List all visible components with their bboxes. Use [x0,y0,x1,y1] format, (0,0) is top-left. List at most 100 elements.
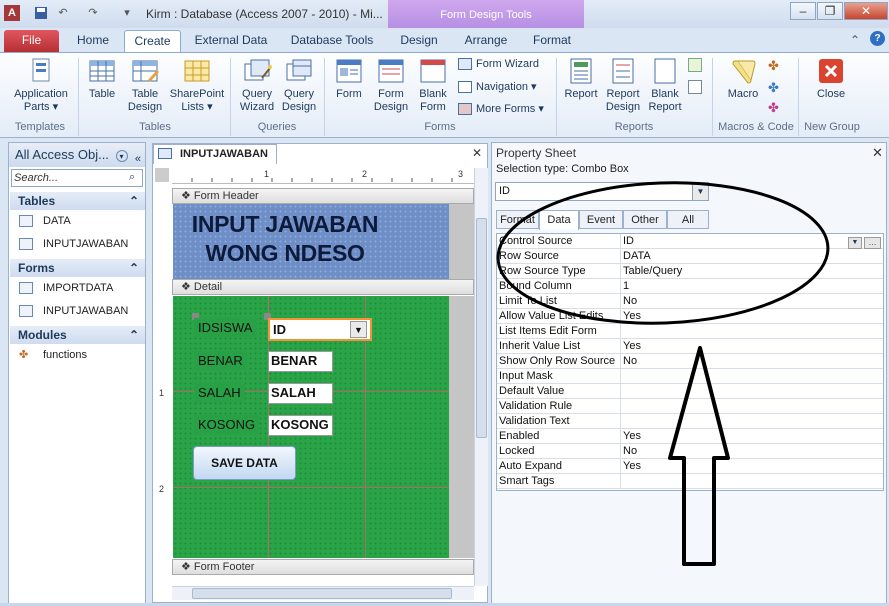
table-design-icon [130,56,160,86]
form-header-bar[interactable]: ❖ Form Header [172,188,474,204]
blank-report-button[interactable]: Blank Report [645,56,685,114]
scroll-thumb[interactable] [192,588,452,599]
nav-item-inputjawaban-form[interactable]: INPUTJAWABAN [19,301,128,321]
minimize-ribbon-icon[interactable]: ⌃ [850,33,860,47]
table-design-label: Table Design [127,88,163,113]
save-icon[interactable] [34,6,48,20]
nav-item-functions-module[interactable]: ✤ functions [19,345,87,365]
query-wizard-button[interactable]: Query Wizard [235,56,279,114]
module-icon: ✤ [19,349,29,361]
annotation-ellipse [496,181,830,325]
labels-icon[interactable] [688,58,702,72]
class-module-icon[interactable]: ✤ [768,80,779,96]
benar-label[interactable]: BENAR [194,351,247,370]
tab-home[interactable]: Home [64,30,122,52]
footer-area[interactable] [172,575,474,586]
document-close-icon[interactable]: ✕ [472,146,482,160]
window-close-button[interactable]: ✕ [844,2,888,20]
tab-arrange[interactable]: Arrange [456,30,516,52]
property-sheet-close-icon[interactable]: ✕ [872,145,883,161]
ribbon-separator [798,58,799,136]
form-tab-icon [158,148,172,159]
nav-pane-header[interactable]: All Access Obj... ▾ « [9,143,145,167]
benar-textbox[interactable]: BENAR [268,351,333,372]
detail-gray-area [449,296,474,558]
builder-ellipsis-button[interactable]: … [864,237,881,249]
kosong-label[interactable]: KOSONG [194,415,260,434]
tab-design[interactable]: Design [392,30,446,52]
tab-create[interactable]: Create [124,30,181,52]
module-icon[interactable]: ✤ [768,58,779,74]
chevron-down-icon[interactable]: ▼ [350,321,367,338]
application-parts-button[interactable]: Application Parts ▾ [6,56,76,114]
nav-item-inputjawaban-table[interactable]: INPUTJAWABAN [19,234,128,254]
salah-label[interactable]: SALAH [194,383,245,402]
nav-item-label: INPUTJAWABAN [43,305,129,317]
form-selector[interactable] [155,168,169,182]
tab-file[interactable]: File [4,30,59,52]
nav-section-forms[interactable]: Forms ⌃ [10,259,145,277]
macro-label: Macro [727,88,759,100]
navigation-button[interactable]: Navigation ▾ [458,80,537,94]
detail-section-bar[interactable]: ❖ Detail [172,279,474,295]
undo-icon[interactable]: ↶ [56,6,70,20]
collapse-icon: ⌃ [128,261,139,275]
redo-icon[interactable]: ↷ [86,6,100,20]
report-wizard-icon[interactable] [688,80,702,94]
section-icon: ❖ [181,561,194,573]
form-design-button[interactable]: Form Design [370,56,412,114]
annotation-arrow-up [668,346,730,566]
horizontal-ruler: 1 2 3 [172,168,474,184]
report-button[interactable]: Report [560,56,602,101]
ruler-label: 3 [458,169,464,179]
close-ribbon-label: Close [816,88,846,100]
restore-button[interactable]: ❐ [817,2,843,20]
navigation-label: Navigation ▾ [476,81,537,93]
grid-line [173,487,449,488]
form-footer-label: Form Footer [193,561,255,573]
nav-section-tables[interactable]: Tables ⌃ [10,192,145,210]
form-header-title-label[interactable]: INPUT JAWABAN WONG NDESO [175,210,395,268]
application-parts-icon [26,56,56,86]
tab-database-tools[interactable]: Database Tools [283,30,381,52]
nav-section-modules-label: Modules [18,328,67,342]
header-gray-area [449,204,474,279]
report-label: Report [564,88,598,100]
save-data-button[interactable]: SAVE DATA [193,446,296,480]
nav-item-data-table[interactable]: DATA [19,211,71,231]
nav-item-label: INPUTJAWABAN [43,238,129,250]
nav-search-input[interactable]: Search... [11,169,143,187]
form-footer-bar[interactable]: ❖ Form Footer [172,559,474,575]
tab-format[interactable]: Format [525,30,579,52]
tab-external-data[interactable]: External Data [186,30,276,52]
idsiswa-label[interactable]: IDSISWA [194,318,257,337]
close-ribbon-button[interactable]: Close [806,56,856,101]
shutter-bar-icon[interactable]: « [135,147,141,171]
nav-dropdown-icon[interactable]: ▾ [115,150,128,162]
section-icon: ❖ [181,281,194,293]
nav-item-importdata-form[interactable]: IMPORTDATA [19,278,113,298]
horizontal-scrollbar[interactable] [172,586,474,600]
report-design-button[interactable]: Report Design [601,56,645,114]
customize-qat-icon[interactable]: ▾ [120,6,134,20]
table-design-button[interactable]: Table Design [123,56,167,114]
query-design-icon [284,56,314,86]
macro-button[interactable]: Macro [720,56,766,101]
salah-textbox[interactable]: SALAH [268,383,333,404]
form-button[interactable]: Form [330,56,368,101]
blank-report-label: Blank Report [648,88,682,113]
kosong-textbox[interactable]: KOSONG [268,415,333,436]
more-forms-button[interactable]: More Forms ▾ [458,102,544,116]
table-button[interactable]: Table [82,56,122,101]
nav-section-modules[interactable]: Modules ⌃ [10,326,145,344]
blank-form-button[interactable]: Blank Form [414,56,452,114]
query-design-button[interactable]: Query Design [279,56,319,114]
chevron-down-icon[interactable]: ▼ [848,237,862,249]
visual-basic-icon[interactable]: ✤ [768,100,779,116]
minimize-button[interactable]: ‒ [790,2,816,20]
access-logo-icon[interactable]: A [4,5,20,21]
help-icon[interactable]: ? [870,31,885,46]
form-wizard-button[interactable]: Form Wizard [458,58,539,71]
search-icon[interactable]: ⌕ [129,171,135,184]
sharepoint-lists-button[interactable]: SharePoint Lists ▾ [166,56,228,114]
